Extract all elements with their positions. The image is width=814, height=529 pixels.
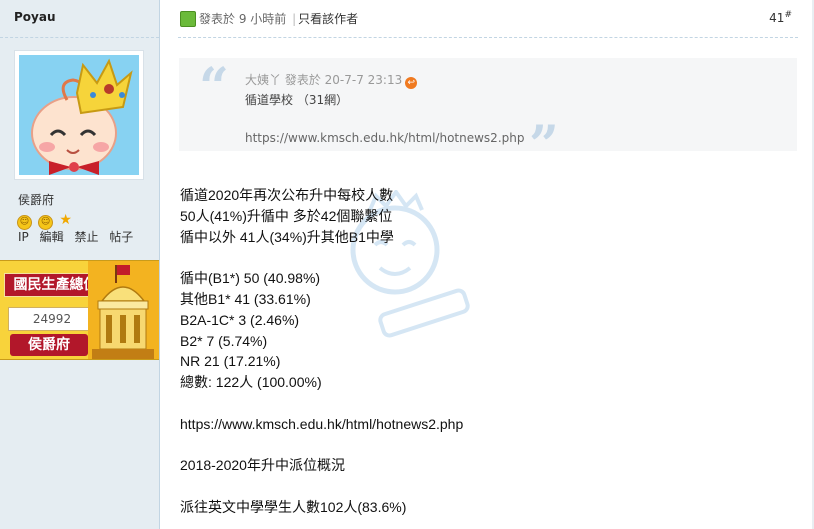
quote-text-line: https://www.kmsch.edu.hk/html/hotnews2.p… [245,131,525,145]
quote-author-text: 大姨丫 發表於 20-7-7 23:13 [245,73,403,87]
post-text-line: 其他B1* 41 (33.61%) [180,290,311,307]
post-text-line: 2018-2020年升中派位概況 [180,457,345,474]
post-header: 發表於 9 小時前 | 只看該作者 41# [160,0,814,37]
gnp-value: 24992 [8,307,96,331]
post-text-line: 派往英文中學學生人數102人(83.6%) [180,498,407,515]
post-text-line: B2A-1C* 3 (2.46%) [180,311,300,328]
floor-number-link[interactable]: 41# [769,10,792,25]
medal-list: ☺ ☺ ★ [17,209,73,230]
post-text-line: 循中以外 41人(34%)升其他B1中學 [180,228,394,245]
post-text-line: B2* 7 (5.74%) [180,332,268,349]
edit-link[interactable]: 編輯 [40,230,64,244]
gnp-rank-label: 侯爵府 [10,334,88,356]
quote-block: “ 大姨丫 發表於 20-7-7 23:13 ↩ 循道學校 （31網） https… [179,57,797,172]
author-only-link[interactable]: 只看該作者 [298,12,358,26]
close-quote-icon: ” [529,115,559,176]
post-text-line: 50人(41%)升循中 多於42個聯繫位 [180,207,393,224]
ip-link[interactable]: IP [18,230,29,244]
palace-icon [88,261,159,359]
avatar-frame[interactable] [14,50,144,180]
avatar[interactable] [19,55,139,175]
quote-text-line: 循道學校 （31網） [245,93,349,107]
username-link[interactable]: Poyau [14,10,56,24]
posts-link[interactable]: 帖子 [109,230,133,244]
post-time: 發表於 9 小時前 [199,12,287,26]
post-text-line: 總數: 122人 (100.00%) [180,374,322,391]
user-sidebar: Poyau 侯爵府 ☺ ☺ ★ IP 編輯 禁止 帖子 國民生產總值 24992… [0,0,160,529]
user-rank: 侯爵府 [18,193,55,207]
divider [178,37,798,38]
post-text-line: 循道2020年再次公布升中每校人數 [180,187,394,203]
go-to-post-icon[interactable]: ↩ [405,77,418,89]
star-medal-icon[interactable]: ★ [59,213,72,227]
floor-number: 41 [769,11,785,25]
gnp-badge[interactable]: 國民生產總值 24992 侯爵府 [0,260,159,360]
separator: | [292,12,297,26]
post-meta: 發表於 9 小時前 | 只看該作者 [199,10,358,27]
post-text-line: NR 21 (17.21%) [180,353,281,370]
ban-link[interactable]: 禁止 [74,230,98,244]
divider [0,37,159,38]
floor-suffix: # [784,10,792,20]
post-text-line: 循中(B1*) 50 (40.98%) [180,270,321,287]
online-status-icon [180,11,196,27]
open-quote-icon: “ [199,57,229,118]
post-body: 循道2020年再次公布升中每校人數 50人(41%)升循中 多於42個聯繫位 循… [180,185,800,518]
user-actions: IP 編輯 禁止 帖子 [18,228,140,245]
quote-author-line: 大姨丫 發表於 20-7-7 23:13 ↩ [245,71,418,89]
post-url-text[interactable]: https://www.kmsch.edu.hk/html/hotnews2.p… [180,414,800,435]
